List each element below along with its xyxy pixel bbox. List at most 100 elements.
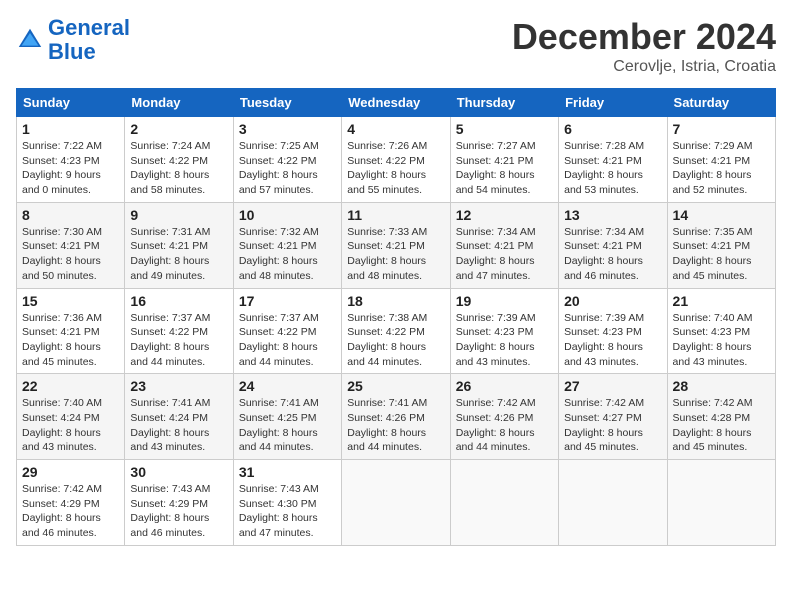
logo-line2: Blue xyxy=(48,39,96,64)
weekday-header-saturday: Saturday xyxy=(667,89,775,117)
day-info: Sunrise: 7:27 AM Sunset: 4:21 PM Dayligh… xyxy=(456,139,553,198)
calendar-cell xyxy=(559,460,667,546)
day-number: 5 xyxy=(456,121,553,137)
calendar-cell: 8 Sunrise: 7:30 AM Sunset: 4:21 PM Daylig… xyxy=(17,202,125,288)
calendar-cell: 7 Sunrise: 7:29 AM Sunset: 4:21 PM Daylig… xyxy=(667,117,775,203)
day-number: 19 xyxy=(456,293,553,309)
day-number: 29 xyxy=(22,464,119,480)
day-number: 24 xyxy=(239,378,336,394)
day-number: 17 xyxy=(239,293,336,309)
calendar-cell: 3 Sunrise: 7:25 AM Sunset: 4:22 PM Daylig… xyxy=(233,117,341,203)
day-info: Sunrise: 7:42 AM Sunset: 4:29 PM Dayligh… xyxy=(22,482,119,541)
day-number: 13 xyxy=(564,207,661,223)
day-info: Sunrise: 7:30 AM Sunset: 4:21 PM Dayligh… xyxy=(22,225,119,284)
calendar-cell: 22 Sunrise: 7:40 AM Sunset: 4:24 PM Dayli… xyxy=(17,374,125,460)
logo: General Blue xyxy=(16,16,130,64)
location: Cerovlje, Istria, Croatia xyxy=(512,58,776,76)
calendar-cell: 4 Sunrise: 7:26 AM Sunset: 4:22 PM Daylig… xyxy=(342,117,450,203)
calendar-cell: 2 Sunrise: 7:24 AM Sunset: 4:22 PM Daylig… xyxy=(125,117,233,203)
day-number: 9 xyxy=(130,207,227,223)
day-info: Sunrise: 7:41 AM Sunset: 4:24 PM Dayligh… xyxy=(130,396,227,455)
calendar-cell: 10Sunrise: 7:32 AM Sunset: 4:21 PM Dayli… xyxy=(233,202,341,288)
day-number: 25 xyxy=(347,378,444,394)
day-number: 16 xyxy=(130,293,227,309)
day-info: Sunrise: 7:42 AM Sunset: 4:28 PM Dayligh… xyxy=(673,396,770,455)
month-title: December 2024 xyxy=(512,16,776,58)
weekday-header-friday: Friday xyxy=(559,89,667,117)
calendar-table: SundayMondayTuesdayWednesdayThursdayFrid… xyxy=(16,88,776,546)
day-number: 14 xyxy=(673,207,770,223)
day-info: Sunrise: 7:25 AM Sunset: 4:22 PM Dayligh… xyxy=(239,139,336,198)
calendar-week-row: 8 Sunrise: 7:30 AM Sunset: 4:21 PM Daylig… xyxy=(17,202,776,288)
day-number: 22 xyxy=(22,378,119,394)
calendar-cell: 9 Sunrise: 7:31 AM Sunset: 4:21 PM Daylig… xyxy=(125,202,233,288)
day-info: Sunrise: 7:39 AM Sunset: 4:23 PM Dayligh… xyxy=(564,311,661,370)
day-info: Sunrise: 7:43 AM Sunset: 4:30 PM Dayligh… xyxy=(239,482,336,541)
calendar-week-row: 15 Sunrise: 7:36 AM Sunset: 4:21 PM Dayli… xyxy=(17,288,776,374)
day-number: 30 xyxy=(130,464,227,480)
day-info: Sunrise: 7:31 AM Sunset: 4:21 PM Dayligh… xyxy=(130,225,227,284)
day-info: Sunrise: 7:36 AM Sunset: 4:21 PM Dayligh… xyxy=(22,311,119,370)
weekday-header-wednesday: Wednesday xyxy=(342,89,450,117)
calendar-cell: 31 Sunrise: 7:43 AM Sunset: 4:30 PM Dayli… xyxy=(233,460,341,546)
calendar-cell: 23 Sunrise: 7:41 AM Sunset: 4:24 PM Dayli… xyxy=(125,374,233,460)
calendar-week-row: 1 Sunrise: 7:22 AM Sunset: 4:23 PM Daylig… xyxy=(17,117,776,203)
calendar-cell: 26 Sunrise: 7:42 AM Sunset: 4:26 PM Dayli… xyxy=(450,374,558,460)
day-number: 1 xyxy=(22,121,119,137)
day-info: Sunrise: 7:34 AM Sunset: 4:21 PM Dayligh… xyxy=(456,225,553,284)
weekday-header-tuesday: Tuesday xyxy=(233,89,341,117)
day-number: 15 xyxy=(22,293,119,309)
day-number: 20 xyxy=(564,293,661,309)
day-number: 3 xyxy=(239,121,336,137)
day-info: Sunrise: 7:41 AM Sunset: 4:25 PM Dayligh… xyxy=(239,396,336,455)
calendar-cell: 24 Sunrise: 7:41 AM Sunset: 4:25 PM Dayli… xyxy=(233,374,341,460)
day-number: 12 xyxy=(456,207,553,223)
day-info: Sunrise: 7:40 AM Sunset: 4:24 PM Dayligh… xyxy=(22,396,119,455)
calendar-cell: 12 Sunrise: 7:34 AM Sunset: 4:21 PM Dayli… xyxy=(450,202,558,288)
calendar-header-row: SundayMondayTuesdayWednesdayThursdayFrid… xyxy=(17,89,776,117)
calendar-cell: 25Sunrise: 7:41 AM Sunset: 4:26 PM Dayli… xyxy=(342,374,450,460)
day-info: Sunrise: 7:42 AM Sunset: 4:26 PM Dayligh… xyxy=(456,396,553,455)
day-number: 28 xyxy=(673,378,770,394)
weekday-header-sunday: Sunday xyxy=(17,89,125,117)
calendar-cell: 5 Sunrise: 7:27 AM Sunset: 4:21 PM Daylig… xyxy=(450,117,558,203)
day-info: Sunrise: 7:37 AM Sunset: 4:22 PM Dayligh… xyxy=(239,311,336,370)
day-info: Sunrise: 7:24 AM Sunset: 4:22 PM Dayligh… xyxy=(130,139,227,198)
title-block: December 2024 Cerovlje, Istria, Croatia xyxy=(512,16,776,76)
calendar-cell: 18Sunrise: 7:38 AM Sunset: 4:22 PM Dayli… xyxy=(342,288,450,374)
day-number: 7 xyxy=(673,121,770,137)
day-info: Sunrise: 7:28 AM Sunset: 4:21 PM Dayligh… xyxy=(564,139,661,198)
day-number: 2 xyxy=(130,121,227,137)
calendar-cell xyxy=(342,460,450,546)
calendar-cell xyxy=(667,460,775,546)
calendar-cell: 16 Sunrise: 7:37 AM Sunset: 4:22 PM Dayli… xyxy=(125,288,233,374)
day-info: Sunrise: 7:34 AM Sunset: 4:21 PM Dayligh… xyxy=(564,225,661,284)
day-info: Sunrise: 7:33 AM Sunset: 4:21 PM Dayligh… xyxy=(347,225,444,284)
day-number: 23 xyxy=(130,378,227,394)
calendar-week-row: 29 Sunrise: 7:42 AM Sunset: 4:29 PM Dayli… xyxy=(17,460,776,546)
calendar-cell: 28 Sunrise: 7:42 AM Sunset: 4:28 PM Dayli… xyxy=(667,374,775,460)
day-info: Sunrise: 7:37 AM Sunset: 4:22 PM Dayligh… xyxy=(130,311,227,370)
day-number: 26 xyxy=(456,378,553,394)
day-number: 31 xyxy=(239,464,336,480)
day-info: Sunrise: 7:29 AM Sunset: 4:21 PM Dayligh… xyxy=(673,139,770,198)
day-number: 6 xyxy=(564,121,661,137)
calendar-cell: 30Sunrise: 7:43 AM Sunset: 4:29 PM Dayli… xyxy=(125,460,233,546)
calendar-cell: 13 Sunrise: 7:34 AM Sunset: 4:21 PM Dayli… xyxy=(559,202,667,288)
calendar-cell: 27Sunrise: 7:42 AM Sunset: 4:27 PM Dayli… xyxy=(559,374,667,460)
day-number: 4 xyxy=(347,121,444,137)
day-number: 11 xyxy=(347,207,444,223)
day-number: 21 xyxy=(673,293,770,309)
day-info: Sunrise: 7:26 AM Sunset: 4:22 PM Dayligh… xyxy=(347,139,444,198)
day-info: Sunrise: 7:38 AM Sunset: 4:22 PM Dayligh… xyxy=(347,311,444,370)
calendar-cell: 15 Sunrise: 7:36 AM Sunset: 4:21 PM Dayli… xyxy=(17,288,125,374)
calendar-cell: 1 Sunrise: 7:22 AM Sunset: 4:23 PM Daylig… xyxy=(17,117,125,203)
calendar-cell xyxy=(450,460,558,546)
day-number: 10 xyxy=(239,207,336,223)
page-header: General Blue December 2024 Cerovlje, Ist… xyxy=(16,16,776,76)
logo-icon xyxy=(16,26,44,54)
calendar-week-row: 22 Sunrise: 7:40 AM Sunset: 4:24 PM Dayli… xyxy=(17,374,776,460)
weekday-header-thursday: Thursday xyxy=(450,89,558,117)
day-number: 8 xyxy=(22,207,119,223)
day-info: Sunrise: 7:22 AM Sunset: 4:23 PM Dayligh… xyxy=(22,139,119,198)
